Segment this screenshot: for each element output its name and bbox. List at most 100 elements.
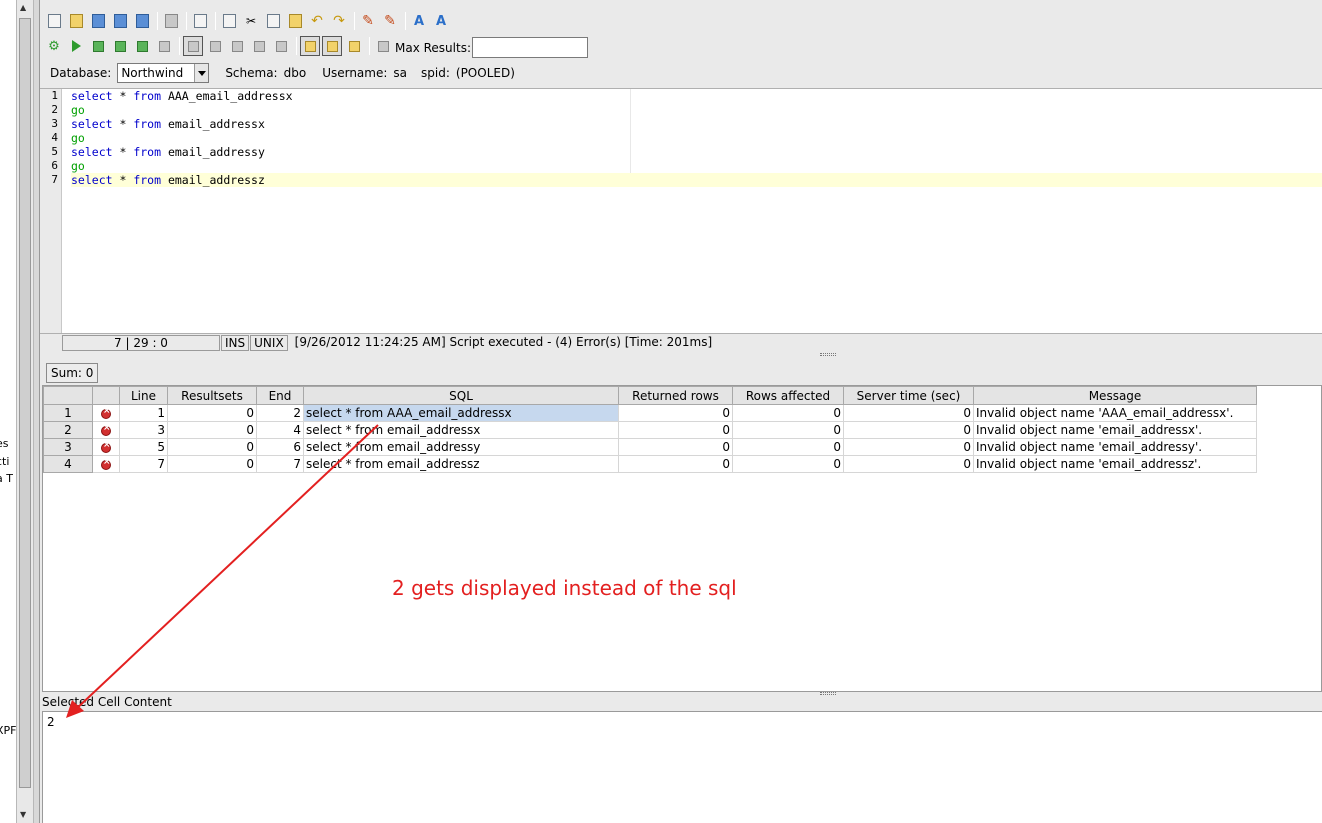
- cell-message[interactable]: Invalid object name 'email_addressz'.: [973, 455, 1257, 473]
- cell-message[interactable]: Invalid object name 'email_addressy'.: [973, 438, 1257, 456]
- row-number[interactable]: 4: [43, 455, 93, 473]
- paste-button[interactable]: [285, 11, 305, 31]
- max-results-input[interactable]: [472, 37, 588, 58]
- cell-line[interactable]: 5: [119, 438, 168, 456]
- code-line[interactable]: select * from AAA_email_addressx: [71, 89, 1322, 103]
- row-number-header[interactable]: [43, 386, 93, 405]
- cell-server-time[interactable]: 0: [843, 421, 974, 439]
- save-button[interactable]: [88, 11, 108, 31]
- print-button[interactable]: [161, 11, 181, 31]
- redo-button[interactable]: ↷: [329, 11, 349, 31]
- cell-resultsets[interactable]: 0: [167, 421, 257, 439]
- cell-line[interactable]: 3: [119, 421, 168, 439]
- save-as-button[interactable]: [110, 11, 130, 31]
- column-header-resultsets[interactable]: Resultsets: [167, 386, 257, 405]
- cell-returned-rows[interactable]: 0: [618, 455, 733, 473]
- execute-explain-button[interactable]: [110, 36, 130, 56]
- cell-rows-affected[interactable]: 0: [732, 421, 844, 439]
- execute-export-button[interactable]: [132, 36, 152, 56]
- execute-selection-button[interactable]: [88, 36, 108, 56]
- select-all-button[interactable]: [219, 11, 239, 31]
- copy-button[interactable]: [263, 11, 283, 31]
- sql-editor[interactable]: 1 2 3 4 5 6 7 select * from AAA_email_ad…: [40, 88, 1322, 334]
- rollback-button[interactable]: [227, 36, 247, 56]
- schema-browser-button[interactable]: [373, 36, 393, 56]
- execute-button[interactable]: [66, 36, 86, 56]
- table-row[interactable]: 3 5 0 6 select * from email_addressy 0 0…: [43, 438, 1257, 456]
- row-number[interactable]: 2: [43, 421, 93, 439]
- execute-all-button[interactable]: ⚙: [44, 36, 64, 56]
- chevron-down-icon[interactable]: [194, 64, 209, 82]
- open-file-button[interactable]: [66, 11, 86, 31]
- database-select[interactable]: Northwind: [117, 63, 210, 83]
- table-row[interactable]: 2 3 0 4 select * from email_addressx 0 0…: [43, 421, 1257, 439]
- cell-end[interactable]: 2: [256, 404, 304, 422]
- column-header-sql[interactable]: SQL: [303, 386, 619, 405]
- table-row[interactable]: 1 1 0 2 select * from AAA_email_addressx…: [43, 404, 1257, 422]
- history-button[interactable]: [249, 36, 269, 56]
- cut-button[interactable]: ✂: [241, 11, 261, 31]
- code-line[interactable]: select * from email_addressx: [71, 117, 1322, 131]
- splitter-handle[interactable]: [820, 353, 836, 356]
- cell-end[interactable]: 4: [256, 421, 304, 439]
- code-line[interactable]: go: [71, 131, 1322, 145]
- cell-sql[interactable]: select * from email_addressx: [303, 421, 619, 439]
- stop-button[interactable]: [154, 36, 174, 56]
- vertical-scrollbar[interactable]: ▲ ▼: [16, 0, 34, 823]
- code-line[interactable]: go: [71, 103, 1322, 117]
- cell-server-time[interactable]: 0: [843, 438, 974, 456]
- cell-returned-rows[interactable]: 0: [618, 438, 733, 456]
- undo-button[interactable]: ↶: [307, 11, 327, 31]
- cell-resultsets[interactable]: 0: [167, 438, 257, 456]
- current-code-line[interactable]: select * from email_addressz: [71, 173, 1322, 187]
- scroll-down-icon[interactable]: ▼: [20, 810, 26, 819]
- commit-button[interactable]: [205, 36, 225, 56]
- cell-sql-selected[interactable]: select * from AAA_email_addressx: [303, 404, 619, 422]
- column-header-server-time[interactable]: Server time (sec): [843, 386, 974, 405]
- find-replace-button[interactable]: ✎: [380, 11, 400, 31]
- code-area[interactable]: select * from AAA_email_addressx go sele…: [71, 89, 1322, 187]
- results-grid[interactable]: Line Resultsets End SQL Returned rows Ro…: [42, 385, 1322, 692]
- sum-button[interactable]: Sum: 0: [46, 363, 99, 383]
- cell-end[interactable]: 6: [256, 438, 304, 456]
- properties-button[interactable]: [190, 11, 210, 31]
- cell-sql[interactable]: select * from email_addressy: [303, 438, 619, 456]
- code-line[interactable]: select * from email_addressy: [71, 145, 1322, 159]
- status-column-header[interactable]: [92, 386, 120, 405]
- cell-resultsets[interactable]: 0: [167, 455, 257, 473]
- transaction-button[interactable]: [271, 36, 291, 56]
- replace-button[interactable]: A: [431, 11, 451, 31]
- selected-cell-content-area[interactable]: 2: [42, 711, 1322, 823]
- cell-rows-affected[interactable]: 0: [732, 404, 844, 422]
- new-file-button[interactable]: [44, 11, 64, 31]
- cell-message[interactable]: Invalid object name 'email_addressx'.: [973, 421, 1257, 439]
- results-options-button[interactable]: [344, 36, 364, 56]
- splitter-handle[interactable]: [820, 692, 836, 695]
- row-number[interactable]: 1: [43, 404, 93, 422]
- table-row[interactable]: 4 7 0 7 select * from email_addressz 0 0…: [43, 455, 1257, 473]
- save-all-button[interactable]: [132, 11, 152, 31]
- cell-sql[interactable]: select * from email_addressz: [303, 455, 619, 473]
- code-line[interactable]: go: [71, 159, 1322, 173]
- column-header-message[interactable]: Message: [973, 386, 1257, 405]
- cell-line[interactable]: 1: [119, 404, 168, 422]
- auto-commit-toggle[interactable]: [183, 36, 203, 56]
- cell-returned-rows[interactable]: 0: [618, 404, 733, 422]
- column-header-end[interactable]: End: [256, 386, 304, 405]
- text-view-toggle[interactable]: [322, 36, 342, 56]
- cell-line[interactable]: 7: [119, 455, 168, 473]
- column-header-line[interactable]: Line: [119, 386, 168, 405]
- cell-server-time[interactable]: 0: [843, 455, 974, 473]
- find-button[interactable]: A: [409, 11, 429, 31]
- format-button[interactable]: ✎: [358, 11, 378, 31]
- scrollbar-thumb[interactable]: [19, 18, 31, 788]
- cell-message[interactable]: Invalid object name 'AAA_email_addressx'…: [973, 404, 1257, 422]
- column-header-rows-affected[interactable]: Rows affected: [732, 386, 844, 405]
- cell-resultsets[interactable]: 0: [167, 404, 257, 422]
- row-number[interactable]: 3: [43, 438, 93, 456]
- cell-end[interactable]: 7: [256, 455, 304, 473]
- cell-rows-affected[interactable]: 0: [732, 438, 844, 456]
- column-header-returned-rows[interactable]: Returned rows: [618, 386, 733, 405]
- cell-rows-affected[interactable]: 0: [732, 455, 844, 473]
- scroll-up-icon[interactable]: ▲: [20, 3, 26, 12]
